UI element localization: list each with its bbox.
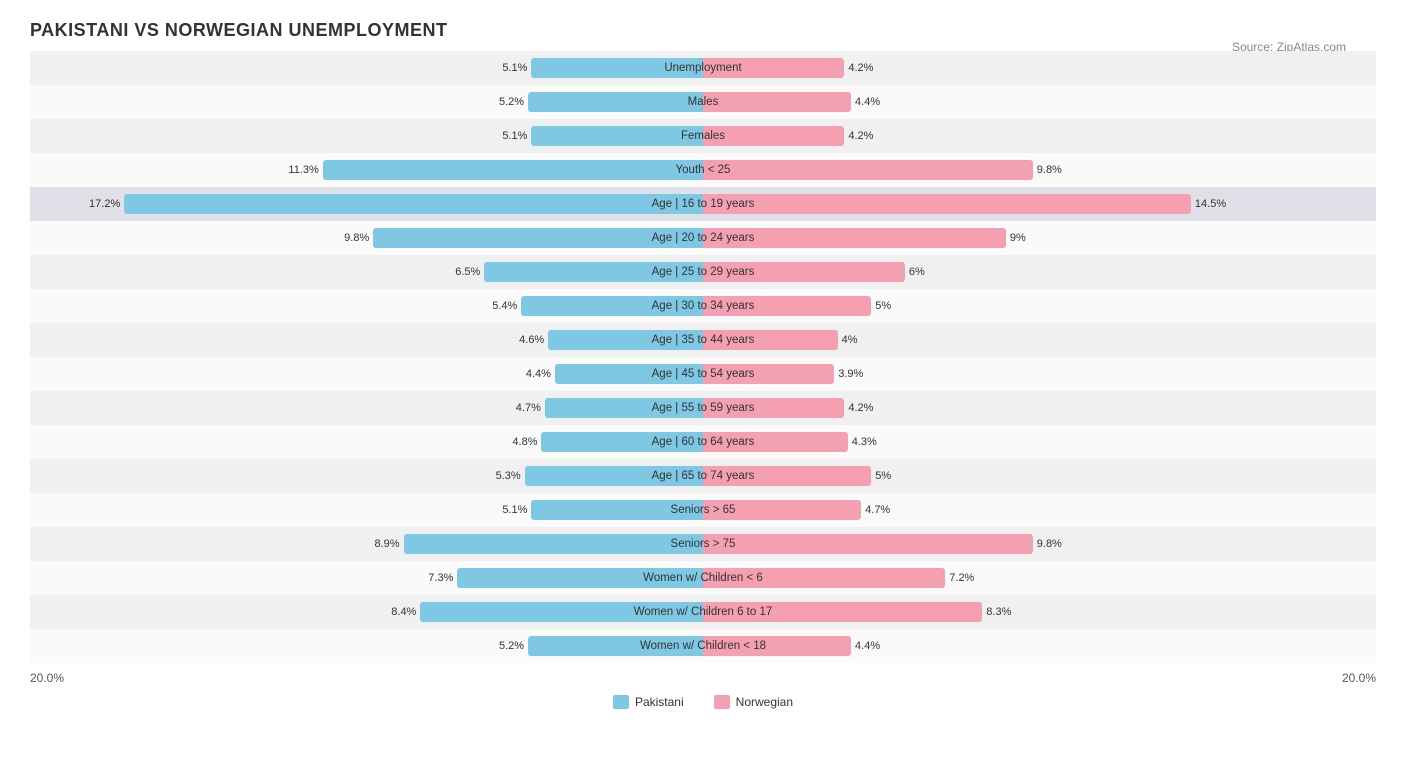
center-label: Youth < 25 [671, 164, 736, 176]
center-label: Males [683, 96, 724, 108]
val-norwegian: 4.3% [852, 436, 877, 448]
val-pakistani: 4.8% [512, 436, 537, 448]
val-pakistani: 5.2% [499, 640, 524, 652]
val-pakistani: 6.5% [455, 266, 480, 278]
bar-row: 5.1% Seniors > 65 4.7% [30, 493, 1376, 527]
bar-row: 8.9% Seniors > 75 9.8% [30, 527, 1376, 561]
center-label: Age | 30 to 34 years [647, 300, 760, 312]
val-pakistani: 4.7% [516, 402, 541, 414]
bar-row: 4.8% Age | 60 to 64 years 4.3% [30, 425, 1376, 459]
bar-row: 4.6% Age | 35 to 44 years 4% [30, 323, 1376, 357]
center-label: Age | 25 to 29 years [647, 266, 760, 278]
val-norwegian: 4.7% [865, 504, 890, 516]
legend-box-norwegian [714, 695, 730, 709]
header-row: PAKISTANI VS NORWEGIAN UNEMPLOYMENT Sour… [30, 20, 1376, 41]
center-label: Age | 45 to 54 years [647, 368, 760, 380]
legend-label-pakistani: Pakistani [635, 695, 684, 709]
bar-row: 4.4% Age | 45 to 54 years 3.9% [30, 357, 1376, 391]
center-label: Age | 55 to 59 years [647, 402, 760, 414]
bar-blue [404, 534, 703, 554]
val-norwegian: 7.2% [949, 572, 974, 584]
bar-row: 17.2% Age | 16 to 19 years 14.5% [30, 187, 1376, 221]
center-label: Women w/ Children < 6 [638, 572, 768, 584]
legend-norwegian: Norwegian [714, 695, 793, 709]
center-label: Seniors > 75 [666, 538, 741, 550]
val-pakistani: 5.1% [502, 504, 527, 516]
val-norwegian: 4% [842, 334, 858, 346]
bar-blue [124, 194, 703, 214]
bar-row: 7.3% Women w/ Children < 6 7.2% [30, 561, 1376, 595]
bar-row: 9.8% Age | 20 to 24 years 9% [30, 221, 1376, 255]
bar-row: 8.4% Women w/ Children 6 to 17 8.3% [30, 595, 1376, 629]
val-pakistani: 17.2% [89, 198, 120, 210]
center-label: Age | 60 to 64 years [647, 436, 760, 448]
val-pakistani: 8.4% [391, 606, 416, 618]
bar-row: 5.4% Age | 30 to 34 years 5% [30, 289, 1376, 323]
val-pakistani: 5.4% [492, 300, 517, 312]
center-label: Females [676, 130, 730, 142]
val-pakistani: 5.2% [499, 96, 524, 108]
chart-container: PAKISTANI VS NORWEGIAN UNEMPLOYMENT Sour… [0, 0, 1406, 739]
val-norwegian: 5% [875, 300, 891, 312]
bar-pink [703, 194, 1191, 214]
center-label: Age | 35 to 44 years [647, 334, 760, 346]
val-norwegian: 6% [909, 266, 925, 278]
val-pakistani: 11.3% [288, 164, 318, 176]
val-pakistani: 5.1% [502, 62, 527, 74]
center-label: Women w/ Children 6 to 17 [629, 606, 778, 618]
bar-pink [703, 92, 851, 112]
center-label: Age | 65 to 74 years [647, 470, 760, 482]
axis-row: 20.0% 20.0% [30, 671, 1376, 685]
val-norwegian: 4.4% [855, 640, 880, 652]
bar-row: 5.2% Males 4.4% [30, 85, 1376, 119]
center-label: Age | 16 to 19 years [647, 198, 760, 210]
bar-blue [323, 160, 703, 180]
bar-blue [528, 92, 703, 112]
val-pakistani: 8.9% [374, 538, 399, 550]
val-pakistani: 9.8% [344, 232, 369, 244]
bar-row: 5.1% Females 4.2% [30, 119, 1376, 153]
val-norwegian: 4.2% [848, 402, 873, 414]
val-norwegian: 4.2% [848, 62, 873, 74]
center-label: Women w/ Children < 18 [635, 640, 771, 652]
bar-row: 5.2% Women w/ Children < 18 4.4% [30, 629, 1376, 663]
val-norwegian: 9% [1010, 232, 1026, 244]
center-label: Seniors > 65 [666, 504, 741, 516]
legend-pakistani: Pakistani [613, 695, 684, 709]
axis-left: 20.0% [30, 671, 703, 685]
val-norwegian: 9.8% [1037, 164, 1062, 176]
chart-area: 5.1% Unemployment 4.2% 5.2% Males 4.4% [30, 51, 1376, 663]
val-norwegian: 4.4% [855, 96, 880, 108]
val-pakistani: 4.4% [526, 368, 551, 380]
legend-label-norwegian: Norwegian [736, 695, 793, 709]
val-pakistani: 5.3% [496, 470, 521, 482]
axis-right: 20.0% [703, 671, 1376, 685]
val-norwegian: 5% [875, 470, 891, 482]
center-label: Unemployment [659, 62, 746, 74]
bar-pink [703, 160, 1033, 180]
val-pakistani: 4.6% [519, 334, 544, 346]
bar-row: 5.1% Unemployment 4.2% [30, 51, 1376, 85]
legend-box-pakistani [613, 695, 629, 709]
val-norwegian: 8.3% [986, 606, 1011, 618]
val-norwegian: 9.8% [1037, 538, 1062, 550]
val-norwegian: 4.2% [848, 130, 873, 142]
bar-row: 5.3% Age | 65 to 74 years 5% [30, 459, 1376, 493]
center-label: Age | 20 to 24 years [647, 232, 760, 244]
bar-row: 11.3% Youth < 25 9.8% [30, 153, 1376, 187]
val-pakistani: 7.3% [428, 572, 453, 584]
val-norwegian: 3.9% [838, 368, 863, 380]
val-pakistani: 5.1% [502, 130, 527, 142]
bar-row: 6.5% Age | 25 to 29 years 6% [30, 255, 1376, 289]
bar-row: 4.7% Age | 55 to 59 years 4.2% [30, 391, 1376, 425]
bar-pink [703, 534, 1033, 554]
val-norwegian: 14.5% [1195, 198, 1226, 210]
chart-title: PAKISTANI VS NORWEGIAN UNEMPLOYMENT [30, 20, 1376, 41]
legend: Pakistani Norwegian [30, 695, 1376, 709]
